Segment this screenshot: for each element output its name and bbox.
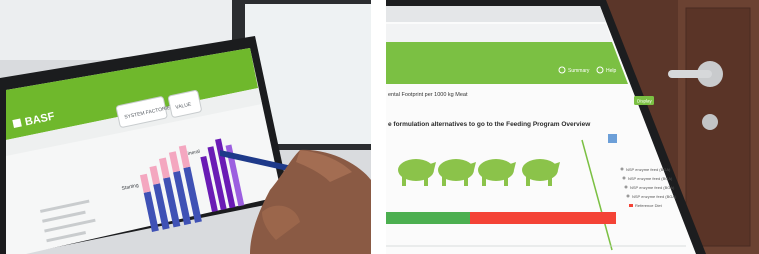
left-photo: BASF SYSTEM FACTORIES VALUE Starting Min… [0, 0, 371, 254]
legend-item: NSP enzyme feed (BGA) [626, 167, 671, 172]
display-button[interactable]: Display [634, 96, 654, 105]
logo-text: BASF [24, 110, 56, 128]
pig-icon [522, 159, 560, 186]
search-icon [558, 66, 566, 74]
right-photo: Summary Help ental Footprint per 1000 kg… [386, 0, 759, 254]
bar-green [386, 212, 470, 224]
page-title: ental Footprint per 1000 kg Meat [388, 92, 468, 98]
panel-heading-starting: Starting [121, 182, 139, 191]
bar [158, 157, 170, 179]
bar-chart-left [139, 145, 202, 232]
bar [139, 173, 151, 193]
pig-icon [438, 159, 476, 186]
zoom-icon[interactable] [608, 134, 617, 143]
display-button-label: Display [637, 99, 653, 104]
pig-icon [398, 159, 436, 186]
help-icon [596, 66, 604, 74]
help-label: Help [606, 68, 617, 74]
logo-icon [12, 118, 22, 128]
legend-item: NSP enzyme feed (BGA) [630, 185, 675, 190]
legend-item: NSP enzyme feed (BGA) [632, 194, 677, 199]
pig-icons [398, 159, 560, 186]
section-title: e formulation alternatives to go to the … [388, 121, 591, 128]
search-control[interactable]: Summary [558, 66, 590, 74]
threshold-line [581, 139, 613, 251]
bar [149, 165, 161, 185]
search-label: Summary [568, 68, 590, 74]
bar-red [470, 212, 616, 224]
bar [168, 151, 180, 173]
help-control[interactable]: Help [596, 66, 617, 74]
legend-item: Reference Diet [635, 203, 663, 208]
legend-item: NSP enzyme feed (BGA) [628, 176, 673, 181]
legend: NSP enzyme feed (BGA) NSP enzyme feed (B… [620, 167, 677, 208]
pig-icon [478, 159, 516, 186]
bar-chart-right [200, 138, 245, 212]
